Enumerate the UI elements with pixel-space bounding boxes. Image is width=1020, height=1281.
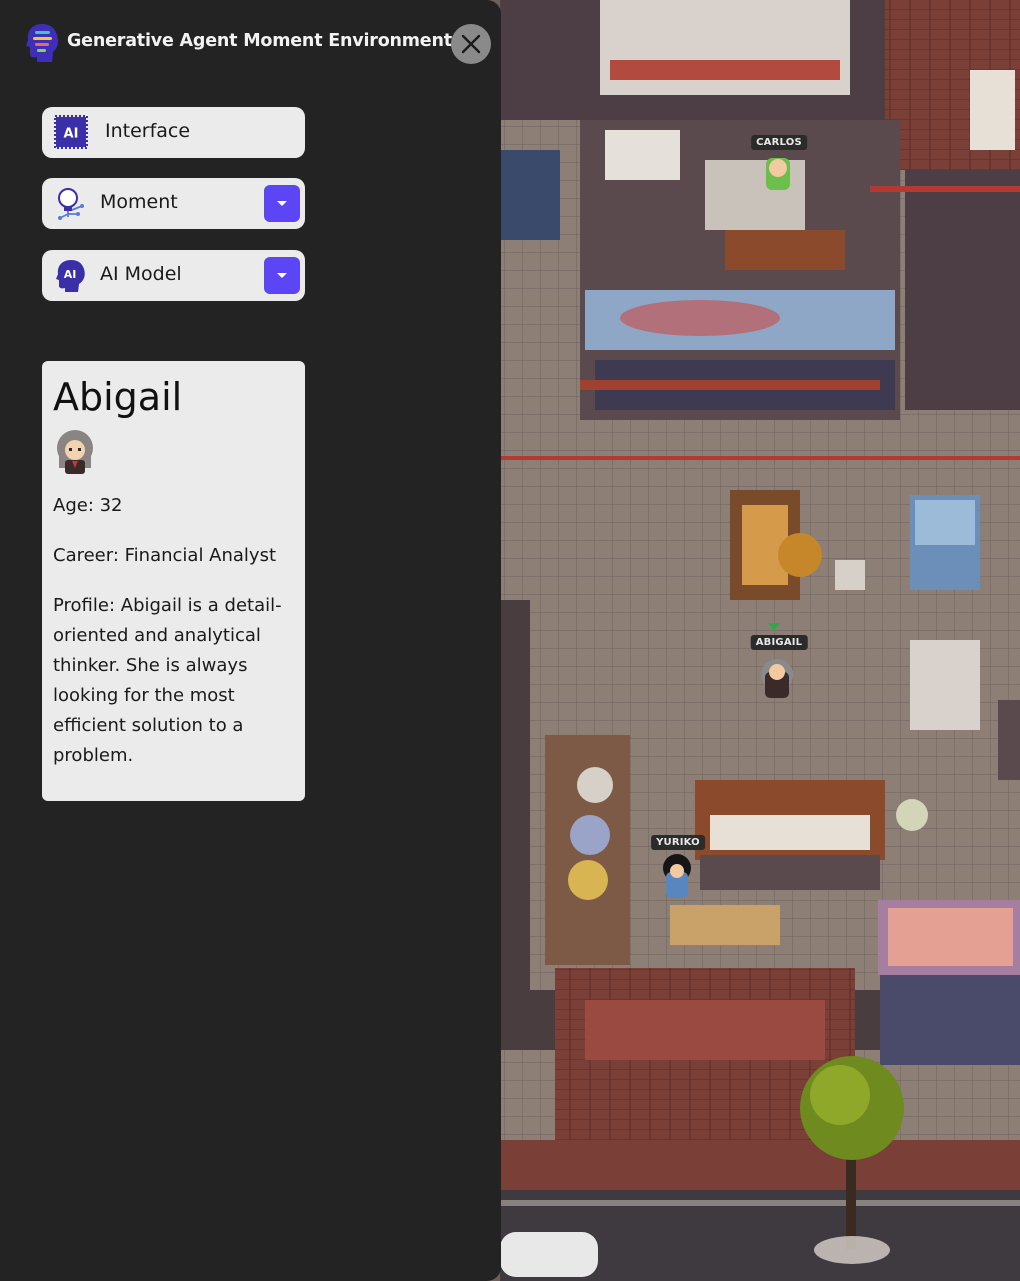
svg-text:AI: AI [64,127,79,142]
character-name: Abigail [53,375,183,419]
moment-dropdown-button[interactable] [264,185,300,222]
moment-label: Moment [100,191,178,213]
ai-model-dropdown-button[interactable] [264,257,300,294]
agent-label-yuriko: YURIKO [651,835,705,850]
interface-label: Interface [105,120,191,142]
agent-label-carlos: CARLOS [751,135,807,150]
svg-text:AI: AI [64,268,77,281]
character-profile: Profile: Abigail is a detail-oriented an… [53,595,282,766]
caret-down-icon [277,272,287,278]
close-button[interactable] [451,24,491,64]
ai-chip-icon: AI [54,115,88,149]
ai-head-logo-icon [26,24,58,62]
agent-sprite-yuriko[interactable] [663,854,691,898]
agent-sprite-abigail[interactable] [761,659,793,698]
agent-label-abigail: ABIGAIL [750,635,808,650]
character-age: Age: 32 [53,495,123,516]
side-panel: Generative Agent Moment Environment AI I… [0,0,501,1281]
character-career: Career: Financial Analyst [53,545,277,566]
close-icon [461,34,481,54]
ai-model-label: AI Model [100,263,182,285]
ai-head-icon: AI [56,260,85,292]
ai-model-button[interactable]: AI AI Model [42,250,305,301]
caret-down-icon [277,200,287,206]
character-card: Abigail Age: 32 Career: Financial Analys… [42,361,305,801]
moment-button[interactable]: Moment [42,178,305,229]
interface-button[interactable]: AI Interface [42,107,305,158]
lightbulb-circuit-icon [58,188,84,220]
character-avatar [57,430,93,474]
app-title: Generative Agent Moment Environment [67,31,452,51]
agent-sprite-carlos[interactable] [766,158,790,190]
